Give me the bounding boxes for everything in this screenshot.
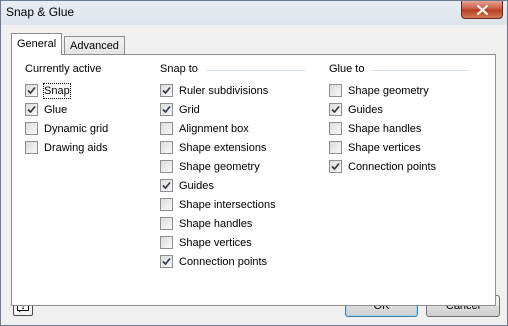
glue-connection-points-label: Connection points — [348, 161, 437, 173]
snap-shape-vertices-row[interactable]: Shape vertices — [160, 234, 305, 253]
snap-shape-geometry-label: Shape geometry — [179, 161, 260, 173]
glue-shape-handles-label: Shape handles — [348, 123, 422, 135]
snap-shape-intersections-label: Shape intersections — [179, 199, 276, 211]
snap-grid-row[interactable]: Grid — [160, 101, 305, 120]
glue-shape-geometry-checkbox[interactable] — [329, 84, 342, 97]
close-icon — [477, 5, 488, 15]
drawing-aids-label: Drawing aids — [44, 142, 108, 154]
dialog-client-area: General Advanced Currently active Snap G… — [8, 31, 500, 319]
glue-guides-checkbox[interactable] — [329, 103, 342, 116]
snap-alignment-box-checkbox[interactable] — [160, 122, 173, 135]
glue-shape-vertices-checkbox[interactable] — [329, 141, 342, 154]
glue-to-group: Glue to Shape geometry Guides Shape hand… — [329, 63, 469, 177]
checkmark-icon — [331, 162, 340, 171]
tab-advanced[interactable]: Advanced — [64, 36, 125, 56]
glue-shape-vertices-label: Shape vertices — [348, 142, 421, 154]
snap-shape-intersections-checkbox[interactable] — [160, 198, 173, 211]
snap-shape-handles-label: Shape handles — [179, 218, 253, 230]
snap-alignment-box-row[interactable]: Alignment box — [160, 120, 305, 139]
snap-glue-dialog: Snap & Glue General Advanced Currently a… — [0, 0, 508, 326]
glue-to-divider — [371, 70, 469, 71]
snap-ruler-subdivisions-label: Ruler subdivisions — [179, 85, 269, 97]
glue-shape-geometry-row[interactable]: Shape geometry — [329, 82, 469, 101]
snap-connection-points-checkbox[interactable] — [160, 255, 173, 268]
snap-to-header: Snap to — [160, 63, 198, 75]
snap-label: Snap — [43, 83, 71, 99]
glue-shape-vertices-row[interactable]: Shape vertices — [329, 139, 469, 158]
snap-to-divider — [206, 70, 305, 71]
snap-shape-extensions-row[interactable]: Shape extensions — [160, 139, 305, 158]
glue-checkbox-row[interactable]: Glue — [25, 101, 133, 120]
snap-guides-label: Guides — [179, 180, 214, 192]
drawing-aids-checkbox-row[interactable]: Drawing aids — [25, 139, 133, 158]
snap-shape-geometry-checkbox[interactable] — [160, 160, 173, 173]
checkmark-icon — [331, 105, 340, 114]
group-header: Glue to — [329, 63, 469, 77]
snap-shape-extensions-checkbox[interactable] — [160, 141, 173, 154]
snap-shape-intersections-row[interactable]: Shape intersections — [160, 196, 305, 215]
checkmark-icon — [162, 105, 171, 114]
group-header: Currently active — [25, 63, 133, 77]
checkmark-icon — [27, 105, 36, 114]
snap-grid-checkbox[interactable] — [160, 103, 173, 116]
glue-connection-points-checkbox[interactable] — [329, 160, 342, 173]
snap-shape-geometry-row[interactable]: Shape geometry — [160, 158, 305, 177]
glue-guides-row[interactable]: Guides — [329, 101, 469, 120]
title-bar: Snap & Glue — [1, 1, 507, 25]
glue-checkbox[interactable] — [25, 103, 38, 116]
glue-shape-geometry-label: Shape geometry — [348, 85, 429, 97]
dynamic-grid-label: Dynamic grid — [44, 123, 109, 135]
glue-shape-handles-row[interactable]: Shape handles — [329, 120, 469, 139]
currently-active-group: Currently active Snap Glue Dynamic grid — [25, 63, 133, 158]
snap-shape-extensions-label: Shape extensions — [179, 142, 267, 154]
checkmark-icon — [27, 86, 36, 95]
group-header: Snap to — [160, 63, 305, 77]
snap-grid-label: Grid — [179, 104, 200, 116]
snap-ruler-subdivisions-checkbox[interactable] — [160, 84, 173, 97]
snap-guides-row[interactable]: Guides — [160, 177, 305, 196]
glue-to-header: Glue to — [329, 63, 365, 75]
snap-shape-handles-row[interactable]: Shape handles — [160, 215, 305, 234]
checkmark-icon — [162, 181, 171, 190]
tab-general[interactable]: General — [11, 33, 63, 55]
snap-connection-points-label: Connection points — [179, 256, 268, 268]
snap-checkbox-row[interactable]: Snap — [25, 82, 133, 101]
checkmark-icon — [162, 257, 171, 266]
general-tab-panel: Currently active Snap Glue Dynamic grid — [11, 54, 496, 306]
glue-shape-handles-checkbox[interactable] — [329, 122, 342, 135]
glue-guides-label: Guides — [348, 104, 383, 116]
snap-connection-points-row[interactable]: Connection points — [160, 253, 305, 272]
close-button[interactable] — [461, 1, 503, 19]
dynamic-grid-checkbox-row[interactable]: Dynamic grid — [25, 120, 133, 139]
dynamic-grid-checkbox[interactable] — [25, 122, 38, 135]
snap-shape-handles-checkbox[interactable] — [160, 217, 173, 230]
snap-alignment-box-label: Alignment box — [179, 123, 249, 135]
checkmark-icon — [162, 86, 171, 95]
drawing-aids-checkbox[interactable] — [25, 141, 38, 154]
glue-connection-points-row[interactable]: Connection points — [329, 158, 469, 177]
currently-active-header: Currently active — [25, 63, 102, 75]
snap-checkbox[interactable] — [25, 84, 38, 97]
snap-shape-vertices-label: Shape vertices — [179, 237, 252, 249]
glue-label: Glue — [44, 104, 68, 116]
snap-shape-vertices-checkbox[interactable] — [160, 236, 173, 249]
snap-to-group: Snap to Ruler subdivisions Grid Alignmen… — [160, 63, 305, 272]
window-title: Snap & Glue — [6, 5, 75, 19]
snap-ruler-subdivisions-row[interactable]: Ruler subdivisions — [160, 82, 305, 101]
snap-guides-checkbox[interactable] — [160, 179, 173, 192]
